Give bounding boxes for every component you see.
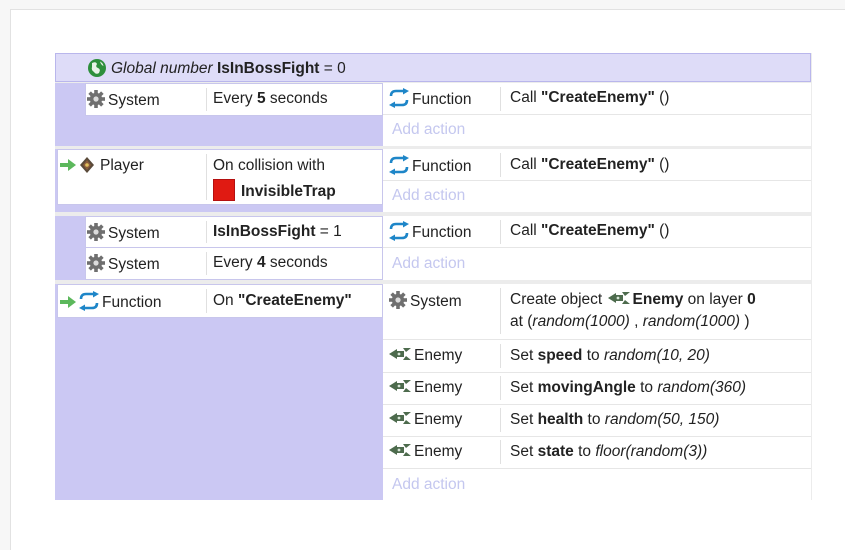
trigger-arrow-icon	[60, 159, 76, 171]
global-variable-text: Global number IsInBossFight = 0	[87, 58, 346, 78]
function-icon	[388, 88, 410, 108]
system-gear-icon	[388, 290, 408, 310]
action-object[interactable]: System	[388, 290, 462, 311]
global-variable-value: = 0	[323, 60, 346, 77]
condition-text: Every 5 seconds	[213, 90, 328, 107]
actions-area: Function Call "CreateEnemy" () Add actio…	[383, 216, 811, 280]
add-action-link[interactable]: Add action	[392, 476, 465, 494]
condition-target: InvisibleTrap	[213, 179, 336, 201]
condition-text-line1: On collision with	[213, 157, 325, 174]
condition-row[interactable]: System Every 5 seconds	[85, 83, 383, 116]
enemy-sprite-icon	[388, 347, 412, 361]
condition-row[interactable]: Function On "CreateEnemy"	[57, 284, 383, 318]
action-set-state[interactable]: Set state to floor(random(3))	[510, 442, 707, 461]
enemy-sprite-icon	[607, 291, 631, 305]
condition-row-every-4[interactable]: System Every 4 seconds	[85, 247, 383, 280]
action-object[interactable]: Function	[388, 155, 471, 176]
add-action-link[interactable]: Add action	[392, 187, 465, 205]
condition-object: Function	[60, 291, 161, 312]
function-icon	[78, 291, 100, 311]
condition-text: IsInBossFight = 1	[213, 223, 342, 240]
action-create-object-line1[interactable]: Create object Enemy on layer 0	[510, 290, 756, 309]
action-object[interactable]: Function	[388, 88, 471, 109]
action-text[interactable]: Call "CreateEnemy" ()	[510, 88, 669, 107]
action-create-object-line2[interactable]: at (random(1000) , random(1000) )	[510, 312, 750, 331]
condition-text: On "CreateEnemy"	[213, 292, 352, 309]
function-icon	[388, 155, 410, 175]
condition-object: System	[86, 253, 160, 274]
enemy-sprite-icon	[388, 443, 412, 457]
system-gear-icon	[86, 222, 106, 242]
player-sprite-icon	[78, 156, 96, 174]
condition-object: Player	[60, 156, 144, 175]
global-variable-type: Global number	[111, 60, 213, 77]
event-sheet: Global number IsInBossFight = 0 System E…	[55, 53, 812, 500]
globe-icon	[87, 58, 107, 78]
invisibletrap-sprite-icon	[213, 179, 235, 201]
global-variable-row[interactable]: Global number IsInBossFight = 0	[55, 53, 811, 82]
function-icon	[388, 221, 410, 241]
condition-row-boss[interactable]: System IsInBossFight = 1	[85, 216, 383, 248]
actions-area: System Create object Enemy on layer 0 at…	[383, 284, 811, 500]
action-set-health[interactable]: Set health to random(50, 150)	[510, 410, 719, 429]
action-object[interactable]: Enemy	[388, 378, 462, 397]
action-object[interactable]: Enemy	[388, 410, 462, 429]
action-set-movingangle[interactable]: Set movingAngle to random(360)	[510, 378, 746, 397]
condition-object: System	[86, 89, 160, 110]
system-gear-icon	[86, 253, 106, 273]
action-object[interactable]: Enemy	[388, 346, 462, 365]
action-text[interactable]: Call "CreateEnemy" ()	[510, 221, 669, 240]
trigger-arrow-icon	[60, 296, 76, 308]
event-block-every-5-seconds[interactable]: System Every 5 seconds Function Call "Cr…	[55, 83, 811, 146]
condition-text: Every 4 seconds	[213, 254, 328, 271]
action-set-speed[interactable]: Set speed to random(10, 20)	[510, 346, 710, 365]
action-object[interactable]: Enemy	[388, 442, 462, 461]
add-action-link[interactable]: Add action	[392, 121, 465, 139]
enemy-sprite-icon	[388, 379, 412, 393]
event-block-on-createenemy[interactable]: Function On "CreateEnemy" System Create …	[55, 284, 811, 500]
enemy-sprite-icon	[388, 411, 412, 425]
actions-area: Function Call "CreateEnemy" () Add actio…	[383, 83, 811, 146]
condition-row[interactable]: Player On collision with InvisibleTrap	[57, 149, 383, 205]
actions-area: Function Call "CreateEnemy" () Add actio…	[383, 149, 811, 212]
action-text[interactable]: Call "CreateEnemy" ()	[510, 155, 669, 174]
action-object[interactable]: Function	[388, 221, 471, 242]
event-block-player-collision[interactable]: Player On collision with InvisibleTrap F…	[55, 149, 811, 212]
event-block-boss-fight[interactable]: System IsInBossFight = 1 System Every 4 …	[55, 216, 811, 280]
add-action-link[interactable]: Add action	[392, 255, 465, 273]
system-gear-icon	[86, 89, 106, 109]
global-variable-name: IsInBossFight	[216, 60, 320, 77]
condition-object: System	[86, 222, 160, 243]
